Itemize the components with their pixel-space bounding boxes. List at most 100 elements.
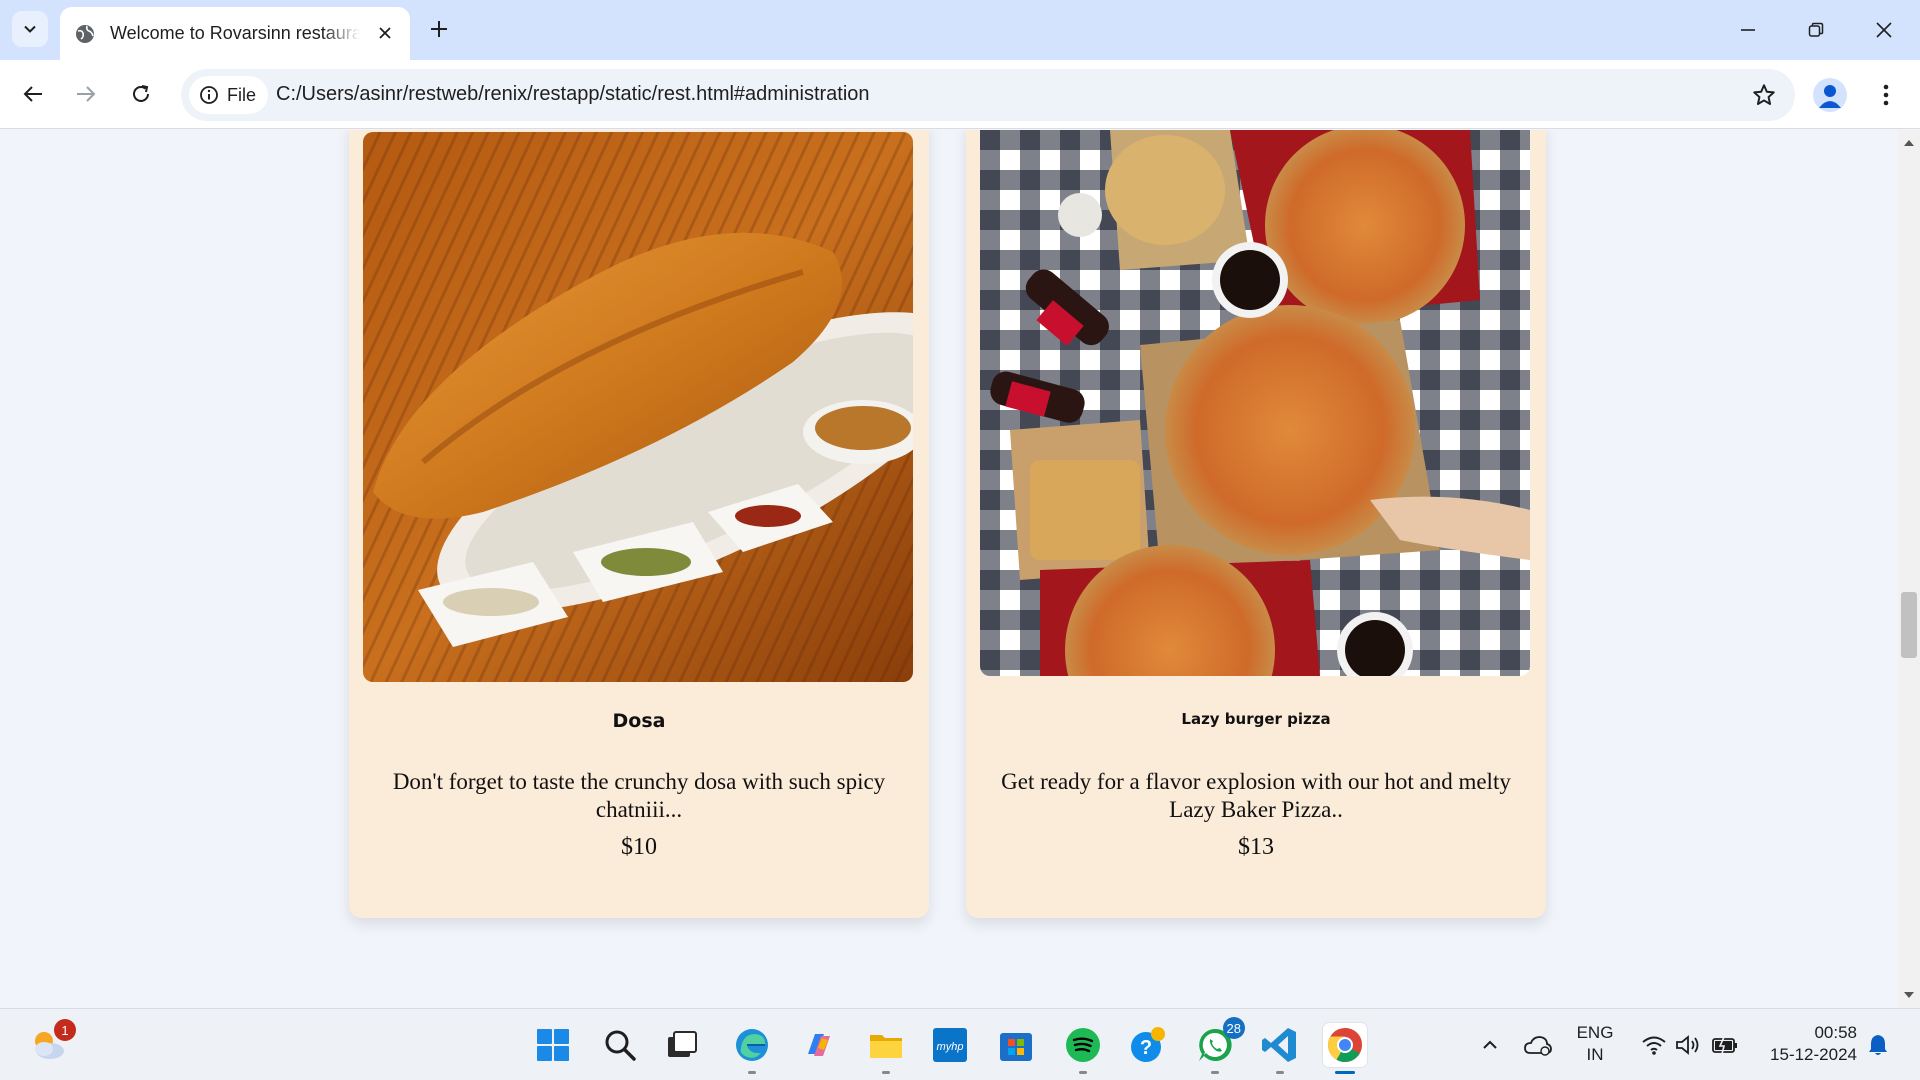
scroll-up-arrow-icon[interactable]: [1904, 140, 1914, 146]
reload-button[interactable]: [122, 75, 160, 113]
globe-icon: [74, 23, 96, 45]
myhp-icon: myhp: [933, 1028, 967, 1062]
show-hidden-icons-button[interactable]: [1468, 1023, 1512, 1067]
menu-item-description: Get ready for a flavor explosion with ou…: [1001, 769, 1511, 822]
spotify-icon: [1066, 1028, 1100, 1062]
menu-item-name: Lazy burger pizza: [1181, 710, 1331, 728]
site-info-chip[interactable]: File: [189, 76, 269, 114]
profile-avatar[interactable]: [1813, 78, 1847, 112]
bookmark-star-icon[interactable]: [1751, 82, 1777, 112]
chrome-app[interactable]: [1323, 1023, 1367, 1074]
chevron-up-icon: [1483, 1040, 1497, 1049]
weather-badge: 1: [54, 1019, 76, 1041]
language-code: ENG: [1576, 1023, 1614, 1042]
tab-strip: Welcome to Rovarsinn restaurant: [0, 0, 1920, 60]
svg-text:myhp: myhp: [937, 1041, 964, 1053]
language-region: IN: [1586, 1045, 1604, 1064]
spotify-app[interactable]: [1061, 1023, 1105, 1074]
scroll-down-arrow-icon[interactable]: [1904, 992, 1914, 998]
edge-icon: [736, 1029, 768, 1061]
plus-icon: [431, 21, 447, 37]
running-indicator: [1079, 1071, 1087, 1074]
weather-widget[interactable]: 1: [26, 1019, 76, 1067]
running-indicator: [882, 1071, 890, 1074]
browser-tab-active[interactable]: Welcome to Rovarsinn restaurant: [60, 7, 410, 60]
myhp-app[interactable]: myhp: [928, 1023, 972, 1067]
running-indicator: [1276, 1071, 1284, 1074]
store-icon: [1000, 1033, 1032, 1061]
edge-browser[interactable]: [730, 1023, 774, 1074]
battery-charging-icon: [1712, 1036, 1737, 1055]
onedrive-sync-icon: [1524, 1036, 1552, 1056]
clock-date: 15-12-2024: [1770, 1045, 1857, 1064]
running-indicator: [1211, 1071, 1219, 1074]
scrollbar-thumb[interactable]: [1901, 592, 1917, 658]
start-button[interactable]: [531, 1023, 575, 1067]
search-icon: [605, 1030, 636, 1061]
windows-logo-icon: [537, 1029, 569, 1061]
person-icon: [1819, 85, 1841, 108]
windows-taskbar: 1 myhp ? 28 ENG IN 00:58 15-12-2024: [0, 1008, 1920, 1080]
bell-icon: [1869, 1035, 1887, 1055]
restore-button[interactable]: [1782, 0, 1850, 60]
back-button[interactable]: [14, 75, 52, 113]
folder-icon: [870, 1035, 902, 1058]
close-tab-icon[interactable]: [374, 22, 396, 44]
reload-icon: [133, 85, 149, 102]
running-indicator-active: [1335, 1071, 1355, 1074]
vscode-icon: [1262, 1028, 1296, 1062]
running-indicator: [748, 1071, 756, 1074]
menu-card-dosa: Dosa Don't forget to taste the crunchy d…: [349, 130, 929, 918]
file-explorer[interactable]: [864, 1023, 908, 1074]
minimize-button[interactable]: [1714, 0, 1782, 60]
more-vert-icon: [1883, 84, 1889, 106]
onedrive-tray[interactable]: [1516, 1023, 1560, 1067]
help-icon: ?: [1131, 1027, 1165, 1062]
microsoft-store[interactable]: [994, 1023, 1038, 1067]
menu-card-lazy-burger-pizza: Lazy burger pizza Get ready for a flavor…: [966, 130, 1546, 918]
task-view-icon: [668, 1031, 697, 1057]
clock-time: 00:58: [1814, 1023, 1857, 1042]
dosa-photo: [363, 132, 913, 682]
browser-toolbar: File C:/Users/asinr/restweb/renix/restap…: [0, 60, 1920, 129]
page-scrollbar[interactable]: [1898, 130, 1920, 1008]
chevron-down-icon: [24, 25, 36, 33]
page-viewport: Dosa Don't forget to taste the crunchy d…: [0, 130, 1898, 1008]
menu-item-price: $13: [1238, 834, 1274, 860]
clock[interactable]: 00:58 15-12-2024: [1757, 1022, 1857, 1066]
url-text[interactable]: C:/Users/asinr/restweb/renix/restapp/sta…: [276, 83, 870, 106]
info-icon: [200, 86, 218, 104]
volume-icon: [1676, 1035, 1699, 1055]
new-tab-button[interactable]: [424, 14, 454, 44]
taskbar-search[interactable]: [598, 1023, 642, 1067]
pizza-photo: [980, 130, 1530, 676]
tab-title: Welcome to Rovarsinn restaurant: [110, 23, 360, 43]
close-window-button[interactable]: [1850, 0, 1918, 60]
arrow-right-icon: [77, 86, 96, 102]
tab-search-button[interactable]: [12, 11, 48, 47]
arrow-left-icon: [23, 86, 42, 102]
chrome-icon: [1328, 1027, 1362, 1062]
quick-settings-button[interactable]: [1630, 1023, 1750, 1067]
copilot-app[interactable]: [797, 1023, 841, 1067]
whatsapp-badge: 28: [1222, 1017, 1245, 1039]
get-help-app[interactable]: ?: [1126, 1023, 1170, 1067]
svg-text:?: ?: [1140, 1037, 1152, 1059]
forward-button[interactable]: [67, 75, 105, 113]
minimize-icon: [1741, 29, 1755, 31]
menu-item-description: Don't forget to taste the crunchy dosa w…: [392, 769, 886, 822]
menu-item-price: $10: [621, 834, 657, 860]
language-indicator[interactable]: ENG IN: [1575, 1022, 1615, 1066]
restore-icon: [1808, 22, 1824, 37]
task-view-button[interactable]: [660, 1023, 704, 1067]
menu-item-name: Dosa: [612, 710, 666, 732]
whatsapp-app[interactable]: 28: [1193, 1017, 1245, 1074]
copilot-icon: [808, 1034, 830, 1056]
site-info-label: File: [227, 84, 257, 105]
close-icon: [1876, 22, 1892, 38]
vscode-app[interactable]: [1258, 1023, 1302, 1074]
wifi-icon: [1642, 1036, 1666, 1055]
notification-center-button[interactable]: [1856, 1023, 1900, 1067]
browser-menu-button[interactable]: [1868, 77, 1904, 113]
address-bar[interactable]: File C:/Users/asinr/restweb/renix/restap…: [181, 69, 1795, 121]
